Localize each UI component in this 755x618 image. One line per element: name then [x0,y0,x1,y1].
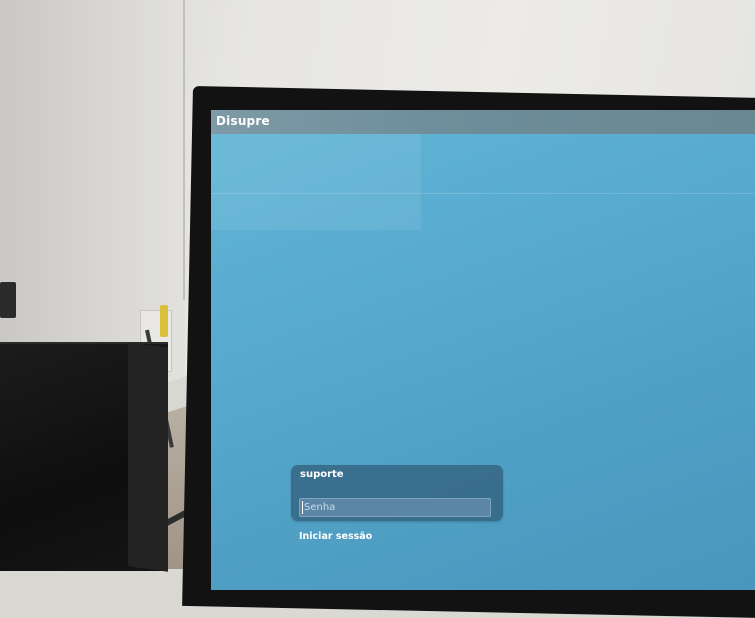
dark-object [0,282,16,318]
black-cabinet-side [128,342,168,572]
text-caret [302,501,303,514]
top-bar: Disupre [211,110,755,134]
login-button[interactable]: Iniciar sessão [299,531,372,542]
login-screen: Disupre suporte Iniciar sessão [211,110,755,590]
screen-banding [211,193,755,194]
hostname-label: Disupre [216,114,270,128]
username-label[interactable]: suporte [300,469,344,480]
login-card: suporte [291,465,503,521]
password-field[interactable] [299,498,491,517]
screen-glare [211,130,421,230]
power-plug [160,305,168,337]
wall-corner [183,0,185,300]
